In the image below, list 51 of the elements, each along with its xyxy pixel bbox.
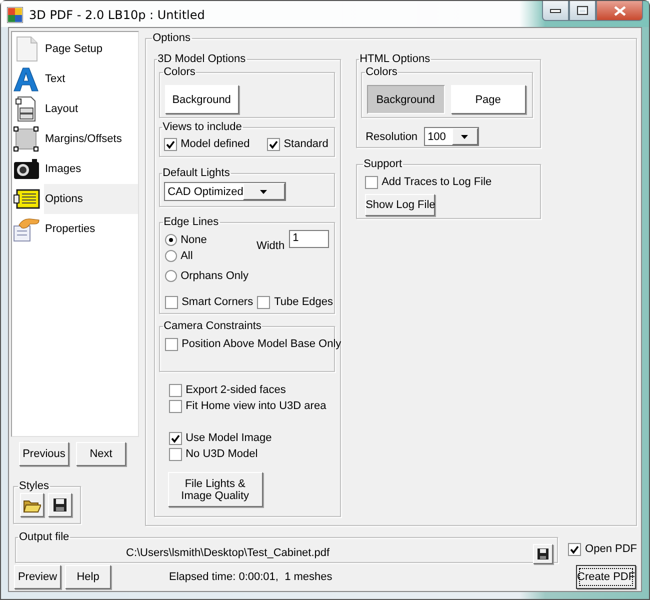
group-label: Styles	[18, 480, 50, 493]
group-label: Colors	[162, 66, 196, 79]
group-label: 3D Model Options	[156, 53, 247, 66]
previous-button[interactable]: Previous	[19, 442, 69, 466]
sidebar-item[interactable]: Page Setup	[44, 34, 138, 64]
quality-button[interactable]: File Lights & Image Quality	[168, 472, 263, 507]
checkbox-label: Export 2-sided faces	[186, 384, 286, 396]
group-label: Support	[362, 158, 404, 171]
checkbox-label: Fit Home view into U3D area	[186, 400, 326, 412]
sidebar-item[interactable]: Properties	[44, 214, 138, 244]
next-button[interactable]: Next	[76, 442, 126, 466]
sidebar-item[interactable]: Images	[44, 154, 138, 184]
sidebar-item[interactable]: Layout	[44, 94, 138, 124]
checkbox-label: Model defined	[180, 138, 250, 150]
checkbox-label: Open PDF	[585, 543, 637, 555]
radio-label: None	[180, 234, 207, 246]
group-label: HTML Options	[358, 53, 432, 66]
checkbox-label: No U3D Model	[186, 448, 258, 460]
checkbox-label: Position Above Model Base Only	[182, 338, 342, 350]
sidebar-item[interactable]: Margins/Offsets	[44, 124, 138, 154]
group-label: Edge Lines	[162, 216, 220, 229]
radio-label: All	[180, 250, 193, 262]
status-text: Elapsed time: 0:00:01, 1 meshes	[169, 571, 334, 583]
background-color-button[interactable]: Background	[366, 85, 445, 114]
resolution-label: Resolution	[366, 130, 418, 142]
dropdown[interactable]: CAD Optimized	[164, 182, 286, 201]
file-path: C:\Users\lsmith\Desktop\Test_Cabinet.pdf	[126, 547, 331, 559]
show-log-button[interactable]: Show Log File	[364, 194, 435, 216]
group-label: Output file	[18, 531, 70, 544]
preview-button[interactable]: Preview	[14, 565, 61, 589]
dropdown[interactable]: 100	[424, 127, 479, 146]
page-color-button[interactable]: Page	[450, 85, 526, 114]
group-label: Options	[152, 32, 192, 45]
window-title: 3D PDF - 2.0 LB10p : Untitled	[29, 7, 206, 23]
checkbox-label: Tube Edges	[274, 296, 334, 308]
checkbox-label: Smart Corners	[182, 296, 254, 308]
help-button[interactable]: Help	[65, 565, 111, 589]
create-pdf-button[interactable]: Create PDF	[576, 565, 636, 589]
checkbox-label: Use Model Image	[186, 432, 272, 444]
group-label: Default Lights	[162, 167, 231, 180]
group-label: Views to include	[162, 121, 243, 134]
checkbox-label: Standard	[284, 138, 328, 150]
width-label: Width	[256, 240, 285, 252]
width-field[interactable]: 1	[288, 230, 329, 248]
group-label: Colors	[364, 66, 398, 79]
background-color-button[interactable]: Background	[164, 85, 239, 114]
radio-label: Orphans Only	[180, 270, 248, 282]
checkbox-label: Add Traces to Log File	[382, 176, 492, 188]
sidebar-item[interactable]: Text	[44, 64, 138, 94]
sidebar-item[interactable]: Options	[44, 184, 138, 214]
group-label: Camera Constraints	[162, 320, 262, 333]
